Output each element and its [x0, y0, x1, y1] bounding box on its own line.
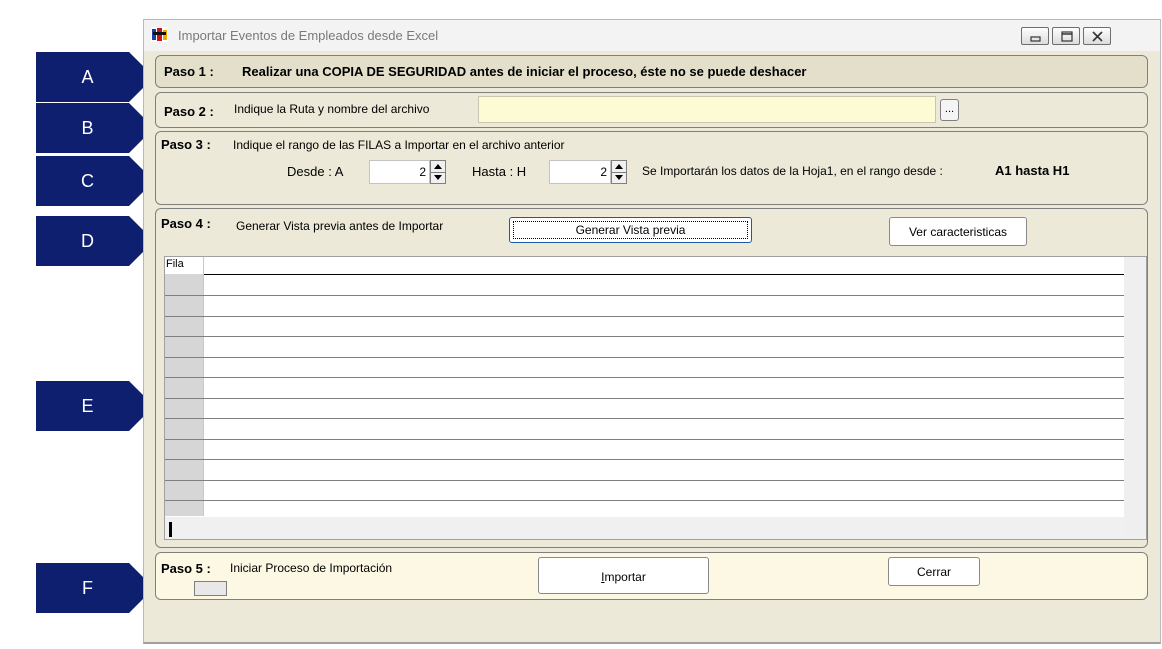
grid-header-fila: Fila	[166, 258, 184, 270]
window-title: Importar Eventos de Empleados desde Exce…	[178, 28, 439, 43]
import-progress-box	[194, 581, 227, 596]
callout-label: B	[81, 118, 94, 138]
grid-row-line	[165, 316, 1125, 317]
grid-row-line	[165, 295, 1125, 296]
callout-a: A	[36, 52, 154, 102]
step5-panel: Paso 5 : Iniciar Proceso de Importación …	[155, 552, 1148, 600]
import-range-value: A1 hasta H1	[995, 163, 1070, 178]
callout-d: D	[36, 216, 154, 266]
view-features-label: Ver caracteristicas	[908, 225, 1008, 239]
grid-header: Fila	[165, 257, 1125, 275]
step3-instruction: Indique el rango de las FILAS a Importar…	[233, 138, 565, 152]
step2-label: Paso 2 :	[164, 104, 214, 119]
step1-label: Paso 1 :	[164, 64, 214, 79]
step5-instruction: Iniciar Proceso de Importación	[230, 561, 393, 575]
step1-warning-text: Realizar una COPIA DE SEGURIDAD antes de…	[242, 64, 807, 79]
grid-row-line	[165, 398, 1125, 399]
callout-label: D	[81, 231, 94, 251]
grid-row-line	[165, 459, 1125, 460]
callout-label: F	[82, 578, 93, 598]
callout-c: C	[36, 156, 154, 206]
to-row-stepper[interactable]	[611, 160, 627, 184]
browse-button[interactable]: ...	[940, 99, 959, 121]
step3-panel: Paso 3 : Indique el rango de las FILAS a…	[155, 131, 1148, 205]
generate-preview-label: Generar Vista previa	[575, 223, 686, 237]
grid-vertical-scrollbar[interactable]	[1124, 257, 1146, 539]
step3-label: Paso 3 :	[161, 137, 211, 152]
preview-grid[interactable]: Fila	[164, 256, 1147, 540]
grid-row-line	[165, 377, 1125, 378]
view-features-button[interactable]: Ver caracteristicas	[889, 217, 1027, 246]
step4-instruction: Generar Vista previa antes de Importar	[236, 219, 444, 233]
callout-b: B	[36, 103, 154, 153]
callout-label: E	[81, 396, 94, 416]
grid-row-line	[165, 500, 1125, 501]
from-column-label: Desde : A	[287, 164, 344, 179]
to-row-input[interactable]: 2	[549, 160, 611, 184]
close-dialog-label: Cerrar	[916, 565, 951, 579]
grid-row-line	[165, 418, 1125, 419]
step5-label: Paso 5 :	[161, 561, 211, 576]
step2-panel: Paso 2 : Indique la Ruta y nombre del ar…	[155, 92, 1148, 128]
stepper-divider	[612, 172, 626, 173]
file-path-input[interactable]	[478, 96, 936, 123]
to-column-label: Hasta : H	[472, 164, 527, 179]
callout-label: C	[81, 171, 94, 191]
callout-label: A	[81, 67, 94, 87]
step1-panel: Paso 1 : Realizar una COPIA DE SEGURIDAD…	[155, 55, 1148, 88]
title-bar[interactable]: Importar Eventos de Empleados desde Exce…	[144, 20, 1160, 51]
grid-cursor-marker	[169, 522, 172, 537]
callout-e: E	[36, 381, 154, 431]
from-row-stepper[interactable]	[430, 160, 446, 184]
grid-row-line	[165, 439, 1125, 440]
import-button[interactable]: Importar	[538, 557, 709, 594]
grid-row-line	[165, 357, 1125, 358]
up-arrow-icon[interactable]	[434, 164, 442, 169]
up-arrow-icon[interactable]	[615, 164, 623, 169]
down-arrow-icon[interactable]	[434, 175, 442, 180]
down-arrow-icon[interactable]	[615, 175, 623, 180]
stepper-divider	[431, 172, 445, 173]
grid-row-line	[165, 336, 1125, 337]
close-dialog-button[interactable]: Cerrar	[888, 557, 980, 586]
callout-f: F	[36, 563, 154, 613]
minimize-button[interactable]	[1021, 27, 1049, 45]
close-button[interactable]	[1083, 27, 1111, 45]
import-range-info: Se Importarán los datos de la Hoja1, en …	[642, 164, 943, 178]
app-icon	[151, 27, 168, 42]
grid-row-line	[165, 480, 1125, 481]
step4-label: Paso 4 :	[161, 216, 211, 231]
generate-preview-button[interactable]: Generar Vista previa	[509, 217, 752, 243]
grid-horizontal-scrollbar[interactable]	[165, 517, 1125, 539]
close-icon	[1092, 31, 1103, 42]
from-row-input[interactable]: 2	[369, 160, 430, 184]
step2-instruction: Indique la Ruta y nombre del archivo	[234, 102, 430, 116]
import-button-text: mportar	[604, 570, 646, 584]
import-button-label: Importar	[539, 570, 708, 584]
minimize-icon	[1030, 36, 1041, 42]
maximize-button[interactable]	[1052, 27, 1080, 45]
maximize-icon	[1061, 31, 1073, 42]
